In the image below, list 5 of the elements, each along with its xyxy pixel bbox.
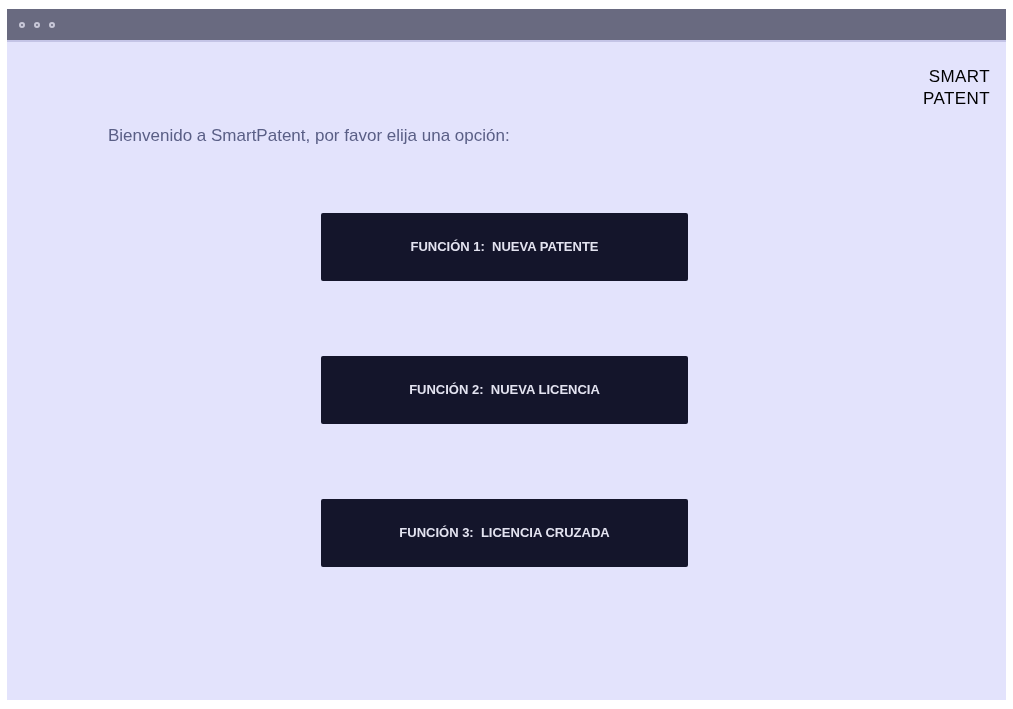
function-button[interactable]: FUNCIÓN 1: NUEVA PATENTE [321, 212, 688, 281]
logo: SMART PATENT [921, 66, 990, 110]
function-button[interactable]: FUNCIÓN 2: NUEVA LICENCIA [321, 355, 688, 424]
welcome-text: Bienvenido a SmartPatent, por favor elija una opción: [108, 125, 511, 147]
function-button[interactable]: FUNCIÓN 3: LICENCIA CRUZADA [321, 498, 688, 567]
